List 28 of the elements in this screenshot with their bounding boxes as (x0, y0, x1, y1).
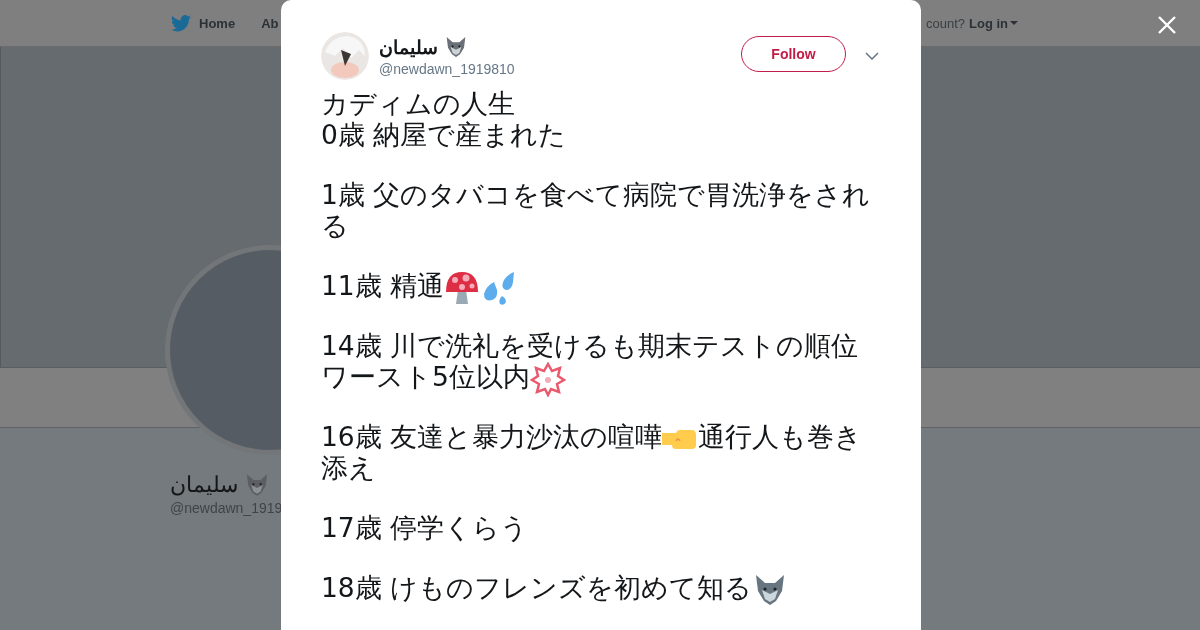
user-handle: @newdawn_1919810 (379, 61, 516, 77)
tweet-text: 通行人も巻き (698, 421, 863, 452)
tweet-text: 16歳 友達と暴力沙汰の喧嘩 (321, 421, 663, 452)
login-link[interactable]: Log in (969, 15, 1018, 31)
tweet-text: 11歳 精通 (321, 270, 445, 301)
tweet-text: 0歳 納屋で産まれた (321, 119, 567, 150)
nav-link[interactable]: Ab (261, 15, 279, 31)
user-avatar (321, 32, 369, 80)
profile-name: سليمان (170, 472, 238, 498)
profile-handle: @newdawn_1919 (170, 500, 283, 516)
tweet-text: 添え (321, 452, 376, 483)
tweet-text: る (321, 210, 349, 241)
follow-button[interactable]: Follow (741, 36, 846, 72)
tweet-text: カディムの人生 (321, 88, 515, 119)
tweet-text: 18歳 けものフレンズを初めて知る (321, 572, 753, 603)
tweet-text: ワースト5位以内 (321, 361, 530, 392)
wolf-icon (444, 35, 468, 59)
chevron-icon[interactable] (865, 52, 879, 60)
blossom-icon (529, 361, 566, 397)
tweet-text: 14歳 川で洗礼を受けるも期末テストの順位 (321, 330, 859, 361)
user-name: سليمان (379, 35, 438, 59)
tweet-text: 17歳 停学くらう (321, 512, 529, 543)
mushroom-icon (444, 270, 481, 306)
nav-link[interactable]: Home (199, 15, 236, 31)
tweet-text: 1歳 父のタバコを食べて病院で胃洗浄をされ (321, 179, 871, 210)
account-prompt: count? (925, 15, 965, 31)
close-icon[interactable] (1157, 15, 1177, 35)
wolf-icon (244, 472, 270, 498)
